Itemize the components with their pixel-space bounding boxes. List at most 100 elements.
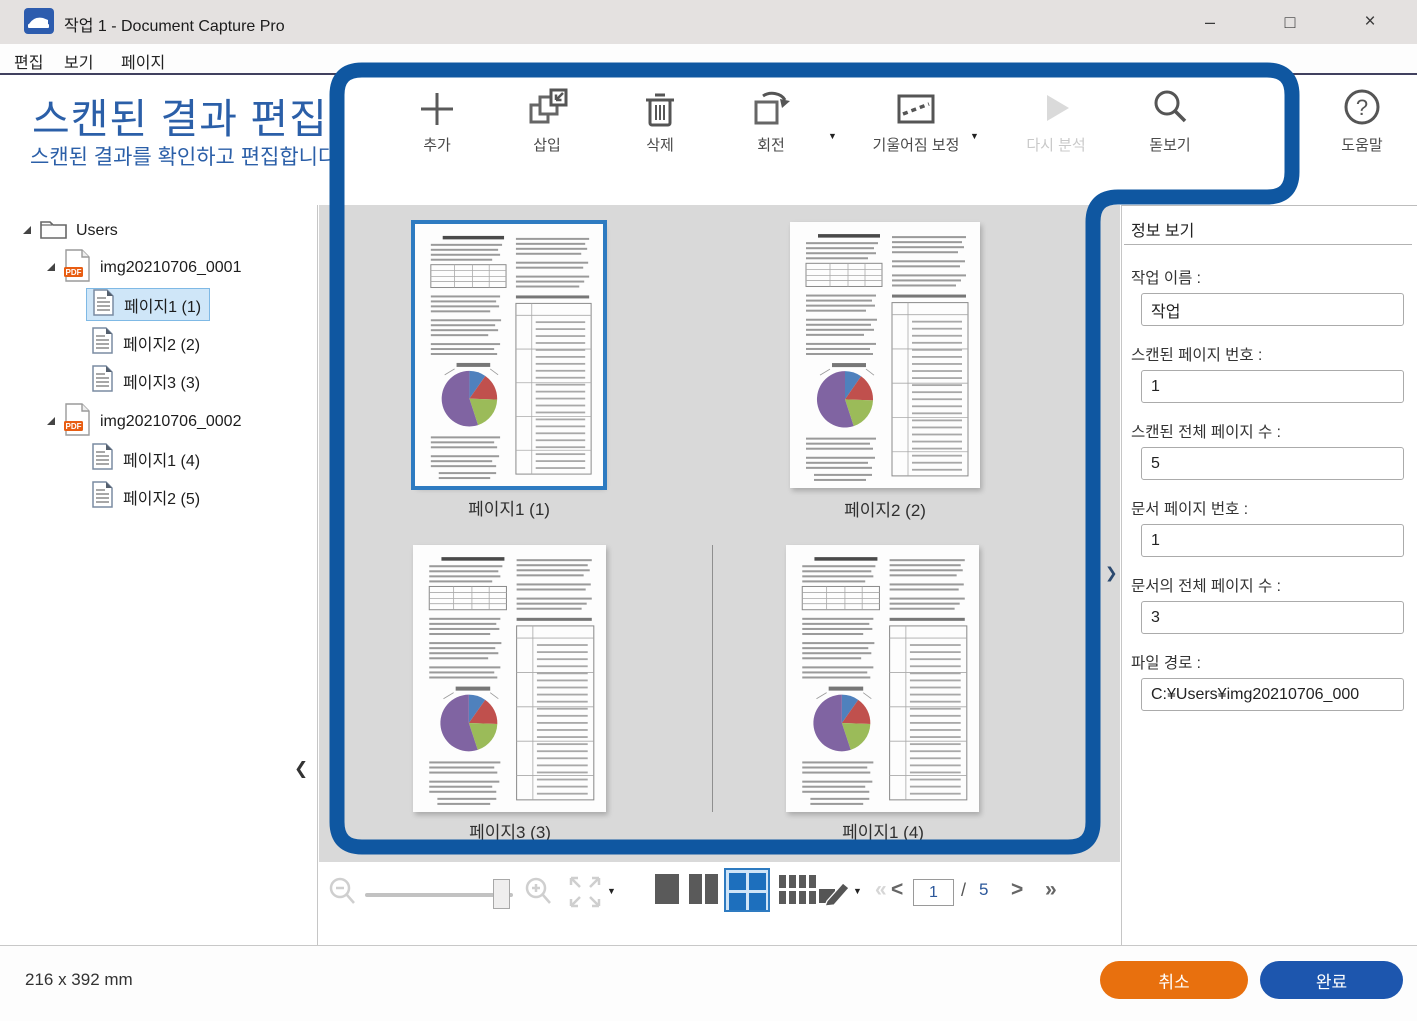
thumbnail-label: 페이지1 (4) — [773, 818, 993, 843]
thumbnail-label: 페이지3 (3) — [400, 818, 620, 843]
document-total-pages-input[interactable] — [1141, 601, 1404, 634]
page-preview-image — [415, 224, 603, 486]
page-icon — [93, 289, 114, 321]
document-page-number-label: 문서 페이지 번호 : — [1131, 497, 1248, 519]
thumbnail-page1-1[interactable] — [415, 224, 603, 486]
help-button[interactable]: ? 도움말 — [1317, 87, 1407, 156]
tree-item-label: 페이지2 (2) — [123, 331, 200, 355]
tree-item-label: img20210706_0002 — [100, 413, 241, 431]
document-page-number-input[interactable] — [1141, 524, 1404, 557]
svg-text:?: ? — [1356, 95, 1368, 120]
deskew-dropdown-icon[interactable]: ▼ — [970, 131, 979, 141]
header-toolbar: 스캔된 결과 편집 스캔된 결과를 확인하고 편집합니다. 추가 삽입 — [0, 77, 1417, 205]
edit-marker-icon[interactable] — [817, 875, 851, 912]
tree-item-label: img20210706_0001 — [100, 259, 241, 277]
zoom-slider-track[interactable] — [365, 893, 513, 897]
tree-item-page2-2[interactable]: 페이지2 (2) — [92, 326, 200, 359]
insert-button[interactable]: 삽입 — [502, 87, 592, 156]
add-button[interactable]: 추가 — [392, 87, 482, 156]
viewer-toolbar: ▼ ▼ « < / 5 > » — [319, 862, 1120, 945]
page-total: 5 — [979, 880, 988, 900]
deskew-button[interactable]: 기울어짐 보정 — [866, 87, 966, 156]
rotate-button[interactable]: 회전 — [726, 87, 816, 156]
job-name-label: 작업 이름 : — [1131, 266, 1201, 288]
page-separator: / — [961, 880, 966, 901]
page-title: 스캔된 결과 편집 — [32, 85, 328, 145]
tree-item-doc2[interactable]: PDF img20210706_0002 — [46, 403, 241, 441]
help-icon: ? — [1317, 87, 1407, 131]
thumbnail-label: 페이지2 (2) — [775, 496, 995, 521]
collapse-left-panel-icon[interactable]: ❮ — [294, 759, 308, 779]
fit-screen-icon[interactable] — [567, 874, 603, 915]
scanned-page-number-label: 스캔된 페이지 번호 : — [1131, 343, 1262, 365]
collapse-right-panel-icon[interactable]: ❯ — [1105, 564, 1118, 582]
folder-icon — [40, 218, 67, 244]
scanned-total-pages-input[interactable] — [1141, 447, 1404, 480]
rotate-dropdown-icon[interactable]: ▼ — [828, 131, 837, 141]
thumbnail-page3-3[interactable] — [413, 545, 606, 812]
thumbnail-label: 페이지1 (1) — [399, 495, 619, 520]
plus-icon — [392, 87, 482, 131]
tree-item-page2-5[interactable]: 페이지2 (5) — [92, 480, 200, 513]
done-button[interactable]: 완료 — [1260, 961, 1403, 999]
zoom-in-icon[interactable] — [523, 876, 553, 913]
scanned-page-number-input[interactable] — [1141, 370, 1404, 403]
file-path-input[interactable] — [1141, 678, 1404, 711]
expander-icon[interactable] — [46, 259, 56, 277]
tree-item-page1-1[interactable]: 페이지1 (1) — [86, 288, 210, 321]
menu-page[interactable]: 페이지 — [121, 49, 165, 73]
thumbnail-page2-2[interactable] — [790, 222, 980, 488]
tree-item-label: 페이지3 (3) — [123, 369, 200, 393]
tree-item-page3-3[interactable]: 페이지3 (3) — [92, 364, 200, 397]
tree-item-page1-4[interactable]: 페이지1 (4) — [92, 442, 200, 475]
next-page-button[interactable]: > — [1011, 878, 1023, 902]
rotate-icon — [726, 87, 816, 131]
svg-text:PDF: PDF — [66, 422, 82, 431]
view-single-icon[interactable] — [655, 874, 679, 904]
menu-view[interactable]: 보기 — [64, 49, 93, 73]
fit-dropdown-icon[interactable]: ▼ — [607, 886, 616, 896]
folder-tree-panel: Users PDF img20210706_0001 — [0, 205, 318, 945]
cancel-button[interactable]: 취소 — [1100, 961, 1248, 999]
thumbnail-page1-4[interactable] — [786, 545, 979, 812]
trash-icon — [615, 87, 705, 131]
expander-icon[interactable] — [22, 222, 32, 240]
magnifier-icon — [1125, 87, 1215, 131]
tree-item-users[interactable]: Users — [22, 217, 118, 245]
view-four-icon[interactable] — [724, 868, 770, 912]
divider — [1124, 244, 1412, 245]
close-button[interactable]: × — [1338, 0, 1402, 44]
zoom-out-icon[interactable] — [327, 876, 357, 913]
page-preview-image — [786, 545, 979, 812]
page-icon — [92, 481, 113, 513]
tree-item-label: 페이지1 (1) — [124, 293, 201, 317]
maximize-button[interactable]: □ — [1258, 0, 1322, 44]
expander-icon[interactable] — [46, 413, 56, 431]
page-icon — [92, 365, 113, 397]
pdf-icon: PDF — [64, 403, 91, 441]
view-grid-icon[interactable] — [779, 875, 816, 904]
menu-edit[interactable]: 편집 — [14, 49, 43, 73]
info-panel: 정보 보기 작업 이름 : 스캔된 페이지 번호 : 스캔된 전체 페이지 수 … — [1121, 205, 1417, 945]
prev-page-button[interactable]: < — [891, 878, 903, 902]
deskew-icon — [866, 87, 966, 131]
tree-item-doc1[interactable]: PDF img20210706_0001 — [46, 249, 241, 287]
reanalyze-button: 다시 분석 — [1006, 87, 1106, 156]
page-size-text: 216 x 392 mm — [25, 970, 133, 990]
document-total-pages-label: 문서의 전체 페이지 수 : — [1131, 574, 1281, 596]
delete-button[interactable]: 삭제 — [615, 87, 705, 156]
tree-item-label: 페이지2 (5) — [123, 485, 200, 509]
thumbnail-area: 페이지1 (1) 페이지2 (2) 페이지3 (3) 페이지1 (4) — [319, 205, 1120, 862]
page-subtitle: 스캔된 결과를 확인하고 편집합니다. — [30, 141, 343, 171]
job-name-input[interactable] — [1141, 293, 1404, 326]
app-window: 작업 1 - Document Capture Pro – □ × 편집 보기 … — [0, 0, 1417, 1021]
zoom-slider-handle[interactable] — [493, 879, 510, 909]
first-page-button[interactable]: « — [875, 878, 887, 902]
minimize-button[interactable]: – — [1178, 0, 1242, 44]
reanalyze-icon — [1006, 87, 1106, 131]
page-number-input[interactable] — [913, 879, 954, 906]
magnifier-button[interactable]: 돋보기 — [1125, 87, 1215, 156]
view-two-icon[interactable] — [689, 874, 718, 904]
last-page-button[interactable]: » — [1045, 878, 1057, 902]
edit-dropdown-icon[interactable]: ▼ — [853, 886, 862, 896]
